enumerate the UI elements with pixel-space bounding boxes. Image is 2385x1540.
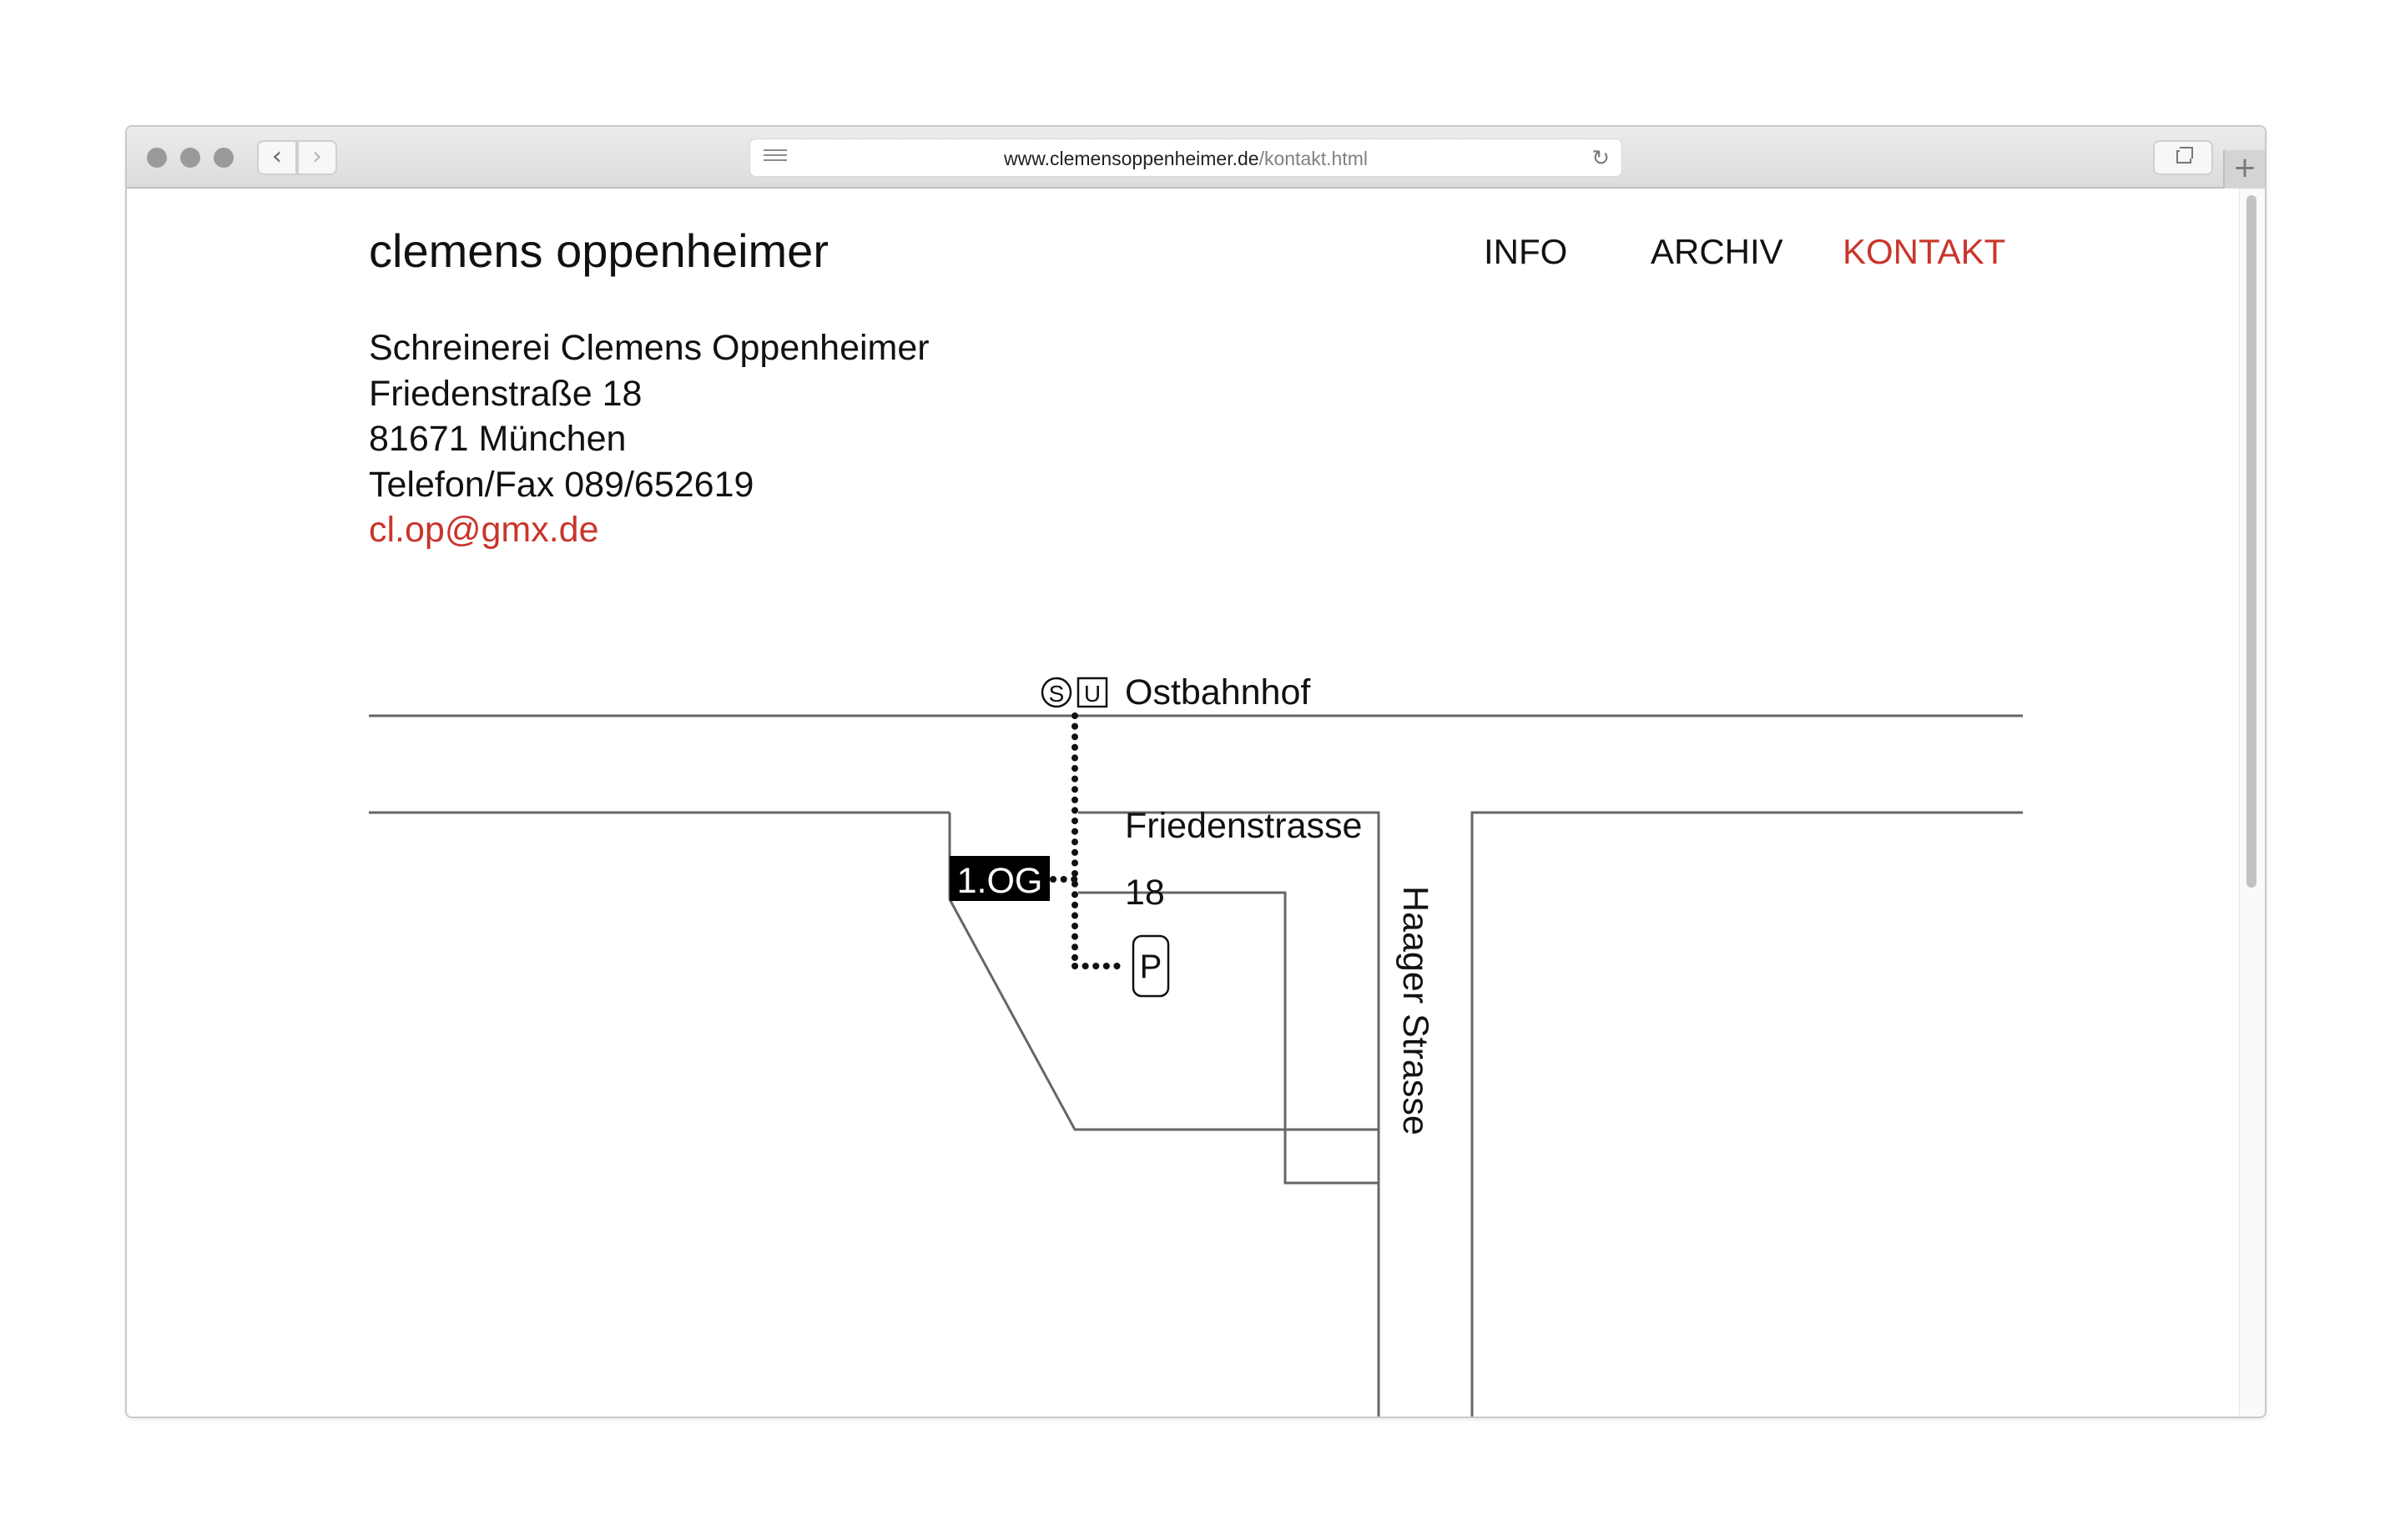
show-tabs-button[interactable] bbox=[2153, 140, 2213, 175]
new-tab-button[interactable]: + bbox=[2223, 150, 2265, 189]
forward-button[interactable]: › bbox=[297, 140, 337, 175]
chevron-right-icon: › bbox=[312, 142, 322, 171]
parking-label: P bbox=[1140, 949, 1162, 985]
s-bahn-letter: S bbox=[1049, 681, 1065, 707]
browser-window: ‹ › www.clemensoppenheimer.de/kontakt.ht… bbox=[125, 125, 2267, 1418]
reload-icon[interactable]: ↻ bbox=[1591, 146, 1610, 171]
street-label-haager-strasse: Haager Strasse bbox=[1395, 886, 1435, 1135]
haager-strasse-east-edge bbox=[1470, 811, 2023, 1417]
url-path: /kontakt.html bbox=[1258, 148, 1368, 169]
station-name: Ostbahnhof bbox=[1125, 672, 1311, 712]
scrollbar-thumb[interactable] bbox=[2246, 195, 2256, 888]
house-number-label: 18 bbox=[1125, 873, 1165, 913]
courtyard-outline bbox=[1078, 811, 1380, 1185]
url-domain: www.clemensoppenheimer.de bbox=[1004, 148, 1259, 169]
address-bar[interactable]: www.clemensoppenheimer.de/kontakt.html ↻ bbox=[749, 138, 1622, 177]
close-window-button[interactable] bbox=[147, 148, 167, 168]
back-button[interactable]: ‹ bbox=[257, 140, 297, 175]
u-bahn-letter: U bbox=[1084, 681, 1101, 707]
chevron-left-icon: ‹ bbox=[272, 142, 282, 171]
minimize-window-button[interactable] bbox=[180, 148, 200, 168]
web-page: clemens oppenheimer INFO ARCHIV KONTAKT … bbox=[127, 189, 2243, 1417]
vertical-scrollbar[interactable] bbox=[2239, 189, 2265, 1417]
location-map: S U Ostbahnhof Friedenstrasse 18 1.OG P … bbox=[369, 672, 2023, 1417]
zoom-window-button[interactable] bbox=[214, 148, 234, 168]
browser-toolbar: ‹ › www.clemensoppenheimer.de/kontakt.ht… bbox=[127, 127, 2265, 189]
street-label-friedenstrasse: Friedenstrasse bbox=[1125, 806, 1362, 846]
floor-label: 1.OG bbox=[957, 861, 1043, 901]
url-text: www.clemensoppenheimer.de/kontakt.html bbox=[750, 148, 1621, 170]
plus-icon: + bbox=[2232, 151, 2257, 184]
